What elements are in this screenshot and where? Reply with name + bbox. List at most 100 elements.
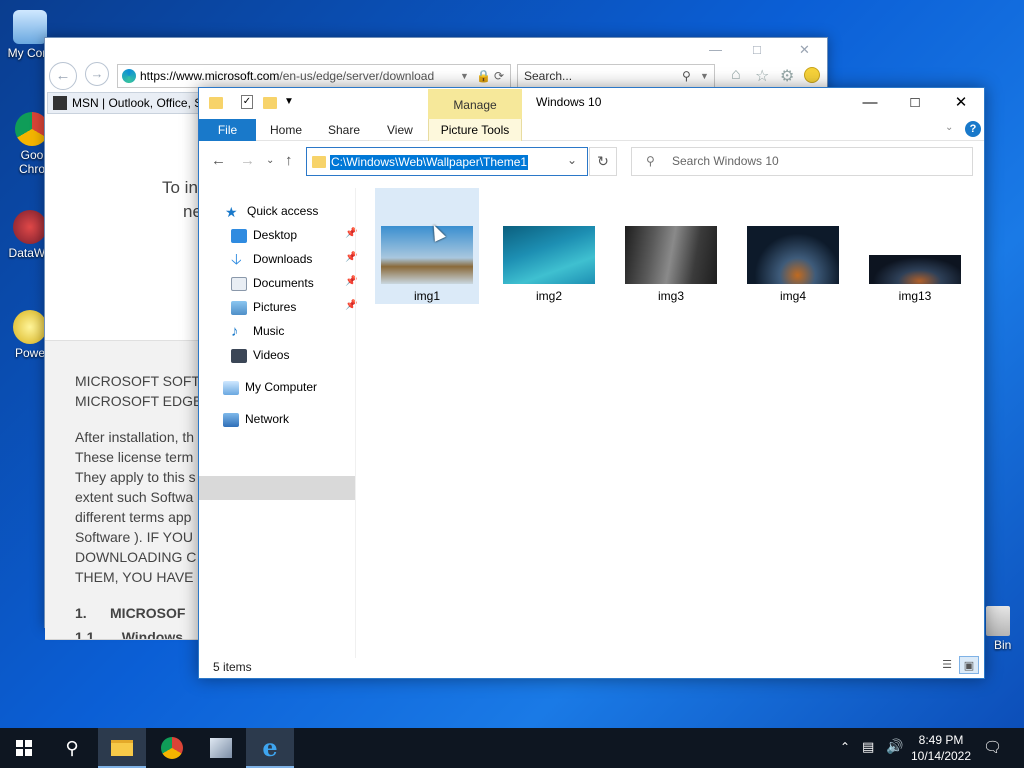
- tab-file[interactable]: File: [199, 119, 256, 141]
- navigation-pane: ★ Quick access Desktop 📌 🡣 Downloads 📌 Doc…: [199, 188, 357, 658]
- search-icon[interactable]: ⚲: [682, 65, 691, 87]
- app-icon: [210, 738, 232, 758]
- help-icon[interactable]: ?: [965, 121, 981, 137]
- properties-icon[interactable]: ✓: [241, 95, 253, 109]
- tab-share[interactable]: Share: [328, 119, 360, 141]
- folder-icon[interactable]: [209, 97, 223, 109]
- videos-icon: [231, 348, 247, 363]
- refresh-button[interactable]: ↻: [589, 147, 617, 176]
- explorer-window[interactable]: ✓ ▼ Manage Windows 10 — □ ✕ File Home Sh…: [198, 87, 985, 679]
- recycle-bin-icon: [986, 606, 1010, 636]
- nav-label: My Computer: [245, 380, 318, 394]
- dropdown-icon[interactable]: ▼: [700, 65, 709, 87]
- file-item[interactable]: img13: [863, 188, 967, 304]
- nav-label: Pictures: [253, 300, 297, 314]
- large-icons-view-icon[interactable]: ▣: [959, 656, 979, 674]
- new-folder-icon[interactable]: [263, 97, 277, 109]
- start-button[interactable]: [0, 728, 48, 768]
- volume-icon[interactable]: 🔊: [886, 738, 903, 755]
- license-text: different terms app: [75, 509, 192, 525]
- nav-item-network[interactable]: Network: [223, 407, 289, 431]
- nav-label: Downloads: [253, 252, 313, 266]
- nav-item-my-computer[interactable]: My Computer: [223, 375, 317, 399]
- tab-home[interactable]: Home: [270, 119, 302, 141]
- image-thumbnail: [869, 255, 961, 284]
- msn-icon: [53, 96, 67, 110]
- refresh-icon[interactable]: ⟳: [494, 65, 504, 87]
- path-input[interactable]: C:\Windows\Web\Wallpaper\Theme1 ⌄: [306, 147, 588, 176]
- clock[interactable]: 8:49 PM 10/14/2022: [908, 732, 974, 764]
- taskbar-chrome[interactable]: [148, 728, 196, 768]
- license-text: extent such Softwa: [75, 489, 194, 505]
- show-hidden-icons-icon[interactable]: ⌃: [840, 740, 850, 754]
- chrome-icon: [161, 737, 183, 759]
- folder-icon: [312, 156, 326, 168]
- recent-locations-icon[interactable]: ⌄: [266, 155, 274, 166]
- details-view-icon[interactable]: ☰: [937, 656, 957, 674]
- nav-item-videos[interactable]: Videos: [231, 343, 289, 367]
- chevron-down-icon[interactable]: ⌄: [567, 153, 577, 167]
- maximize-button[interactable]: □: [753, 42, 761, 57]
- search-input[interactable]: ⚲ Search Windows 10: [631, 147, 973, 176]
- close-button[interactable]: ✕: [799, 42, 810, 58]
- nav-item-quick-access[interactable]: ★ Quick access: [225, 199, 318, 223]
- nav-item-downloads[interactable]: 🡣 Downloads: [231, 247, 312, 271]
- window-title: Windows 10: [536, 95, 602, 109]
- up-arrow-icon[interactable]: ↑: [285, 152, 293, 169]
- maximize-button[interactable]: □: [892, 92, 938, 114]
- favorites-icon[interactable]: ☆: [755, 66, 769, 86]
- close-button[interactable]: ✕: [938, 92, 984, 114]
- notifications-icon[interactable]: 🗨: [983, 738, 1002, 756]
- ribbon-tabs: File Home Share View Picture Tools ⌄ ?: [199, 119, 984, 141]
- address-path: /en-us/edge/server/download: [279, 69, 435, 83]
- nav-item-documents[interactable]: Documents: [231, 271, 314, 295]
- taskbar-app[interactable]: [197, 728, 245, 768]
- smiley-icon[interactable]: [804, 67, 820, 83]
- path-text[interactable]: C:\Windows\Web\Wallpaper\Theme1: [330, 155, 529, 170]
- pictures-icon: [231, 300, 247, 315]
- ie-toolbar: — □ ✕ ← → https://www.microsoft.com/en-u…: [45, 38, 827, 90]
- network-icon[interactable]: ▤: [862, 739, 874, 755]
- license-section: 1. MICROSOF: [75, 605, 186, 621]
- dropdown-icon[interactable]: ▼: [460, 65, 469, 87]
- minimize-button[interactable]: —: [709, 42, 722, 57]
- file-item[interactable]: img2: [497, 188, 601, 304]
- forward-arrow-icon[interactable]: →: [240, 152, 255, 169]
- time: 8:49 PM: [918, 733, 964, 747]
- nav-item-desktop[interactable]: Desktop: [231, 223, 297, 247]
- taskbar-file-explorer[interactable]: [98, 728, 146, 768]
- file-item[interactable]: img1: [375, 188, 479, 304]
- image-thumbnail: [381, 226, 473, 284]
- manage-tab[interactable]: Manage: [428, 89, 522, 119]
- tab-picture-tools[interactable]: Picture Tools: [428, 119, 522, 141]
- internet-explorer-icon: e: [262, 733, 278, 762]
- file-item[interactable]: img4: [741, 188, 845, 304]
- tab-view[interactable]: View: [387, 119, 413, 141]
- search-placeholder: Search...: [524, 69, 573, 83]
- date: 10/14/2022: [910, 749, 972, 763]
- license-section: 1.1 Windows: [75, 629, 184, 639]
- taskbar-internet-explorer[interactable]: e: [246, 728, 294, 768]
- ie-tab[interactable]: MSN | Outlook, Office, S: [47, 92, 199, 114]
- minimize-button[interactable]: —: [847, 92, 893, 114]
- gear-icon[interactable]: ⚙: [780, 66, 794, 86]
- nav-item-pictures[interactable]: Pictures: [231, 295, 296, 319]
- address-bar-row: ← → ⌄ ↑ C:\Windows\Web\Wallpaper\Theme1 …: [199, 144, 984, 180]
- download-icon: 🡣: [231, 250, 242, 268]
- nav-pane-divider[interactable]: [355, 188, 356, 658]
- search-button[interactable]: ⚲: [48, 728, 96, 768]
- ie-address-bar[interactable]: https://www.microsoft.com/en-us/edge/ser…: [117, 64, 511, 88]
- forward-button[interactable]: →: [85, 62, 109, 86]
- nav-item-music[interactable]: ♪ Music: [231, 319, 284, 343]
- customize-dropdown-icon[interactable]: ▼: [284, 96, 294, 107]
- home-icon[interactable]: ⌂: [731, 66, 741, 84]
- image-thumbnail: [747, 226, 839, 284]
- file-name: img4: [779, 289, 806, 303]
- back-button[interactable]: ←: [49, 62, 77, 90]
- star-icon: ★: [225, 203, 238, 220]
- ie-search-box[interactable]: Search... ⚲ ▼: [517, 64, 715, 88]
- expand-ribbon-icon[interactable]: ⌄: [945, 122, 953, 133]
- file-item[interactable]: img3: [619, 188, 723, 304]
- explorer-titlebar: ✓ ▼ Manage Windows 10 — □ ✕: [199, 88, 984, 119]
- back-arrow-icon[interactable]: ←: [211, 152, 226, 169]
